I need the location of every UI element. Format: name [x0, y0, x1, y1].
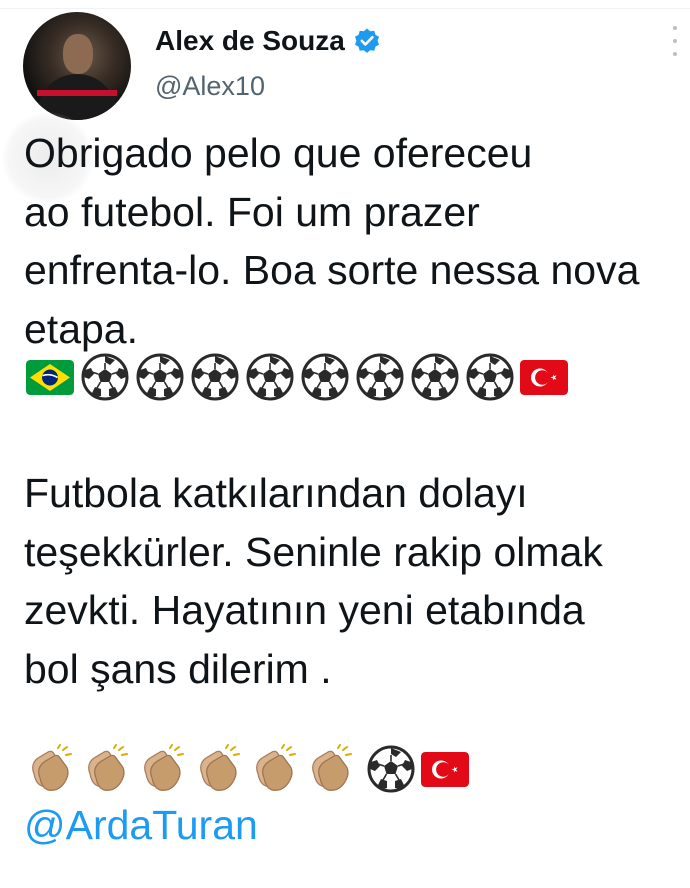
soccer-ball-icon [465, 352, 515, 402]
emoji-row-2 [24, 744, 475, 794]
soccer-ball-icon [245, 352, 295, 402]
emoji-row-1 [26, 352, 574, 402]
clapping-hands-icon [136, 744, 186, 794]
clapping-hands-icon [24, 744, 74, 794]
tweet-text-tr: Futbola katkılarından dolayı teşekkürler… [24, 464, 690, 698]
soccer-ball-icon [366, 744, 416, 794]
tweet-line: bol şans dilerim . [24, 645, 332, 692]
verified-badge-icon [354, 28, 379, 53]
clapping-hands-icon [248, 744, 298, 794]
avatar[interactable] [23, 12, 131, 120]
tweet-line: Obrigado pelo que ofereceu [24, 130, 533, 176]
more-options-icon[interactable] [665, 26, 685, 56]
tweet-line: etapa. [24, 305, 138, 352]
tweet-line: enfrenta-lo. Boa sorte nessa nova [24, 247, 640, 293]
soccer-ball-icon [355, 352, 405, 402]
soccer-ball-icon [190, 352, 240, 402]
more-dot [673, 52, 677, 56]
tweet-line: ao futebol. Foi um prazer [24, 188, 480, 235]
more-dot [673, 26, 677, 30]
clapping-hands-icon [192, 744, 242, 794]
avatar-face [63, 34, 93, 74]
avatar-shirt-stripe [37, 90, 117, 96]
clapping-hands-icon [80, 744, 130, 794]
author-name-row[interactable]: Alex de Souza [155, 25, 381, 57]
tweet-line: teşekkürler. Seninle rakip olmak [24, 528, 603, 575]
soccer-ball-icon [300, 352, 350, 402]
soccer-ball-icon [135, 352, 185, 402]
tweet-line: Futbola katkılarından dolayı [24, 470, 528, 516]
mention-link[interactable]: @ArdaTuran [24, 802, 258, 849]
tweet-line: zevkti. Hayatının yeni etabında [24, 587, 585, 633]
clapping-hands-icon [304, 744, 354, 794]
author-display-name[interactable]: Alex de Souza [155, 25, 345, 57]
soccer-ball-icon [410, 352, 460, 402]
more-dot [673, 39, 677, 43]
author-handle[interactable]: @Alex10 [155, 71, 265, 102]
flag-turkey-icon [421, 752, 469, 787]
soccer-ball-icon [80, 352, 130, 402]
tweet-text-pt: Obrigado pelo que ofereceu ao futebol. F… [24, 124, 690, 358]
flag-brazil-icon [26, 360, 74, 395]
top-divider [0, 0, 690, 9]
flag-turkey-icon [520, 360, 568, 395]
